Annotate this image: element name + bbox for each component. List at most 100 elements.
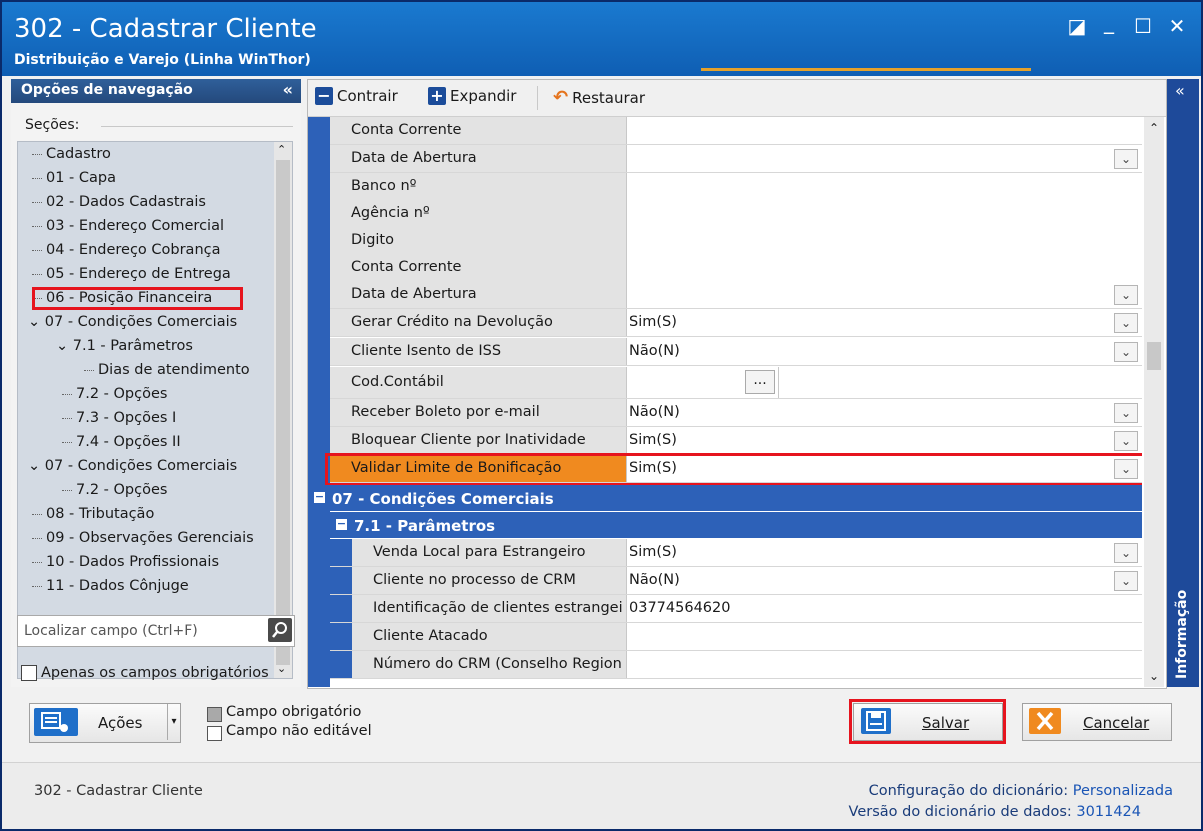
chevron-down-icon[interactable]: ⌄ (56, 338, 68, 354)
search-input[interactable]: Localizar campo (Ctrl+F) (24, 623, 198, 639)
dropdown-chevron-icon[interactable]: ⌄ (1114, 285, 1138, 305)
only-required-checkbox[interactable] (21, 665, 37, 681)
dropdown-chevron-icon[interactable]: ⌄ (1114, 403, 1138, 423)
dropdown-chevron-icon[interactable]: ⌄ (1114, 431, 1138, 451)
close-button[interactable]: ✕ (1164, 14, 1190, 38)
field-value[interactable]: Não(N) ⌄ (627, 338, 1142, 365)
field-label: Número do CRM (Conselho Region (373, 656, 622, 672)
maximize-button[interactable]: ☐ (1130, 14, 1156, 38)
field-value[interactable]: Não(N) ⌄ (627, 399, 1142, 426)
cancel-label: Cancelar (1083, 714, 1150, 732)
tree-item[interactable]: ⌄ 07 - Condições Comerciais (28, 458, 237, 474)
actions-button[interactable]: Ações ▾ (29, 703, 181, 743)
field-row: Número do CRM (Conselho Region (330, 651, 1142, 679)
dropdown-chevron-icon[interactable]: ⌄ (1114, 543, 1138, 563)
field-value[interactable] (627, 117, 1142, 144)
tree-item[interactable]: 02 - Dados Cadastrais (32, 194, 206, 210)
tree-item[interactable]: 05 - Endereço de Entrega (32, 266, 231, 282)
collapse-button[interactable]: − Contrair (315, 87, 398, 105)
search-field[interactable]: Localizar campo (Ctrl+F) (17, 615, 295, 647)
field-value[interactable]: ⌄ (627, 281, 1142, 308)
dropdown-chevron-icon[interactable]: ⌄ (1114, 313, 1138, 333)
chevron-down-icon[interactable]: ⌄ (28, 314, 40, 330)
field-value[interactable]: Sim(S) ⌄ (627, 309, 1142, 336)
form-scroll-thumb[interactable] (1147, 342, 1161, 370)
field-value[interactable]: Sim(S) ⌄ (627, 539, 1142, 566)
tree-item[interactable]: 08 - Tributação (32, 506, 154, 522)
tree-item[interactable]: Dias de atendimento (84, 362, 250, 378)
tree-item[interactable]: 11 - Dados Cônjuge (32, 578, 189, 594)
tree-item[interactable]: ⌄ 7.1 - Parâmetros (56, 338, 193, 354)
required-legend-swatch (207, 707, 222, 722)
dropdown-chevron-icon[interactable]: ⌄ (1114, 149, 1138, 169)
minimize-button[interactable]: _ (1096, 10, 1122, 34)
restore-icon[interactable]: ◪ (1064, 14, 1090, 38)
scroll-up-icon[interactable]: ⌃ (277, 143, 286, 156)
collapse-group-icon[interactable]: − (314, 491, 325, 503)
dropdown-chevron-icon[interactable]: ⌄ (1114, 342, 1138, 362)
plus-icon: + (428, 87, 446, 105)
field-label: Cod.Contábil (351, 374, 444, 390)
field-value[interactable]: ⌄ (627, 145, 1142, 172)
scroll-up-icon[interactable]: ⌃ (1149, 121, 1159, 135)
group-header[interactable]: −07 - Condições Comerciais (308, 485, 1142, 511)
dict-version-label: Versão do dicionário de dados: (848, 804, 1072, 820)
field-value[interactable] (627, 254, 1142, 281)
collapse-nav-icon[interactable]: « (283, 80, 293, 99)
tree-scroll-thumb[interactable] (276, 160, 290, 665)
expand-button[interactable]: + Expandir (428, 87, 516, 105)
tree-item[interactable]: 04 - Endereço Cobrança (32, 242, 221, 258)
tree-item[interactable]: 01 - Capa (32, 170, 116, 186)
field-value[interactable] (627, 227, 1142, 254)
field-value[interactable] (627, 173, 1142, 200)
actions-dropdown-icon[interactable]: ▾ (167, 704, 180, 740)
expand-panel-icon[interactable]: « (1175, 81, 1185, 100)
chevron-down-icon[interactable]: ⌄ (28, 458, 40, 474)
restore-button[interactable]: ↶ Restaurar (553, 87, 645, 108)
dictionary-version: Versão do dicionário de dados: 3011424 (849, 804, 1141, 820)
search-icon[interactable] (268, 618, 292, 642)
field-value[interactable] (627, 651, 1142, 678)
browse-button[interactable]: ... (745, 370, 775, 394)
scroll-down-icon[interactable]: ⌄ (1149, 669, 1159, 683)
property-grid: Conta Corrente Data de Abertura ⌄ Banco n… (308, 117, 1142, 687)
information-tab[interactable]: « Informação (1167, 79, 1199, 687)
field-row: Cliente no processo de CRM Não(N) ⌄ (330, 567, 1142, 595)
tree-item[interactable]: 09 - Observações Gerenciais (32, 530, 254, 546)
field-value[interactable]: Sim(S) ⌄ (627, 427, 1142, 454)
cancel-button[interactable]: Cancelar (1022, 703, 1172, 741)
field-label: Bloquear Cliente por Inatividade (351, 432, 586, 448)
tree-item[interactable]: 7.4 - Opções II (62, 434, 181, 450)
tree-item[interactable]: 7.3 - Opções I (62, 410, 176, 426)
tree-item[interactable]: 7.2 - Opções (62, 386, 167, 402)
field-value[interactable]: Não(N) ⌄ (627, 567, 1142, 594)
field-row: Cliente Isento de ISS Não(N) ⌄ (330, 338, 1142, 366)
collapse-group-icon[interactable]: − (336, 518, 347, 530)
dict-config-value[interactable]: Personalizada (1073, 783, 1173, 799)
field-value[interactable] (627, 623, 1142, 650)
sections-tree: Cadastro 01 - Capa 02 - Dados Cadastrais… (17, 141, 293, 679)
status-bar: 302 - Cadastrar Cliente Configuração do … (2, 762, 1201, 829)
tree-item[interactable]: ⌄ 07 - Condições Comerciais (28, 314, 237, 330)
field-label: Data de Abertura (351, 286, 477, 302)
field-value[interactable]: ... (627, 367, 1142, 398)
subgroup-header[interactable]: −7.1 - Parâmetros (330, 512, 1142, 538)
tree-item[interactable]: 03 - Endereço Comercial (32, 218, 224, 234)
tree-item[interactable]: 7.2 - Opções (62, 482, 167, 498)
field-row: Conta Corrente (330, 254, 1142, 282)
form-scrollbar[interactable]: ⌃ ⌄ (1144, 117, 1164, 687)
field-label: Cliente Isento de ISS (351, 343, 502, 359)
dropdown-chevron-icon[interactable]: ⌄ (1114, 571, 1138, 591)
toolbar-separator (537, 86, 538, 110)
highlight-box (849, 699, 1006, 744)
tree-item[interactable]: 10 - Dados Profissionais (32, 554, 219, 570)
only-required-label: Apenas os campos obrigatórios (41, 665, 269, 681)
dict-version-value: 3011424 (1076, 804, 1141, 820)
minus-icon: − (315, 87, 333, 105)
field-label: Digito (351, 232, 394, 248)
tree-item[interactable]: Cadastro (32, 146, 111, 162)
field-value[interactable]: 03774564620 (627, 595, 1142, 622)
scroll-down-icon[interactable]: ⌄ (277, 662, 286, 675)
field-value[interactable] (627, 200, 1142, 227)
not-editable-legend-label: Campo não editável (226, 723, 372, 739)
